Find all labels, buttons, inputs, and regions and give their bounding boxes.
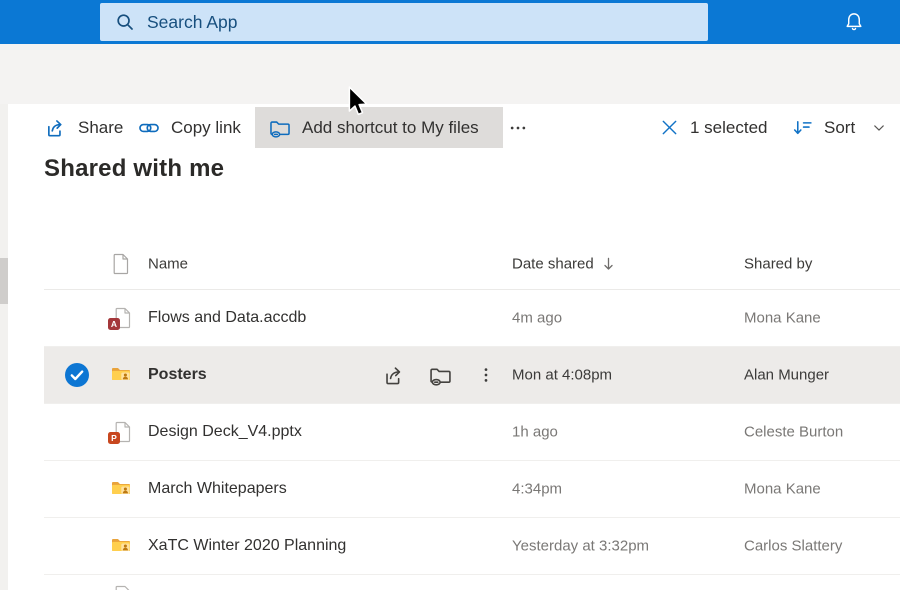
sort-descending-arrow-icon (602, 256, 615, 271)
file-row-design-deck[interactable]: P Design Deck_V4.pptx 1h ago Celeste Bur… (44, 404, 900, 461)
share-label: Share (78, 118, 123, 138)
selected-count-label: 1 selected (690, 118, 768, 138)
partial-file-icon (110, 585, 132, 590)
share-button[interactable]: Share (37, 107, 131, 148)
row-add-shortcut-icon[interactable] (428, 363, 452, 387)
shared-folder-icon (110, 535, 134, 557)
file-name[interactable]: Flows and Data.accdb (148, 309, 306, 327)
header-file-icon (112, 253, 136, 275)
copy-link-label: Copy link (171, 118, 241, 138)
search-input[interactable]: Search App (100, 3, 708, 41)
date-shared: 1h ago (512, 424, 558, 441)
row-more-icon[interactable] (474, 363, 498, 387)
shared-by: Mona Kane (744, 310, 821, 327)
clear-selection-button[interactable]: 1 selected (652, 107, 776, 148)
left-scrollbar-track[interactable] (0, 104, 8, 590)
shared-by: Carlos Slattery (744, 538, 842, 555)
folder-name[interactable]: March Whitepapers (148, 480, 287, 498)
more-commands-button[interactable] (502, 107, 534, 148)
list-header-row: Name Date shared Shared by (44, 238, 900, 290)
date-shared: 4:34pm (512, 481, 562, 498)
suite-header: Search App (0, 0, 900, 44)
column-header-shared-by[interactable]: Shared by (744, 255, 812, 272)
row-share-icon[interactable] (382, 363, 406, 387)
row-hover-actions (382, 363, 498, 387)
folder-name[interactable]: Posters (148, 366, 207, 384)
column-header-date-shared[interactable]: Date shared (512, 255, 615, 272)
access-badge: A (108, 318, 120, 330)
notifications-bell-icon[interactable] (843, 11, 865, 33)
file-name[interactable]: Design Deck_V4.pptx (148, 423, 302, 441)
search-placeholder: Search App (147, 12, 237, 33)
add-shortcut-label: Add shortcut to My files (302, 118, 479, 138)
ellipsis-horizontal-icon (509, 119, 527, 137)
shared-folder-icon (110, 478, 134, 500)
sort-button[interactable]: Sort (784, 107, 894, 148)
folder-row-march-whitepapers[interactable]: March Whitepapers 4:34pm Mona Kane (44, 461, 900, 518)
share-icon (45, 117, 67, 139)
copy-link-button[interactable]: Copy link (130, 107, 249, 148)
shared-by: Alan Munger (744, 367, 829, 384)
shared-by: Celeste Burton (744, 424, 843, 441)
sort-icon (792, 117, 813, 138)
date-shared: 4m ago (512, 310, 562, 327)
file-row-flows-and-data[interactable]: A Flows and Data.accdb 4m ago Mona Kane (44, 290, 900, 347)
left-scrollbar-thumb[interactable] (0, 258, 8, 304)
folder-name[interactable]: XaTC Winter 2020 Planning (148, 537, 346, 555)
folder-row-posters[interactable]: Posters (44, 347, 900, 404)
shared-folder-icon (110, 364, 134, 386)
access-file-icon: A (110, 307, 134, 329)
chevron-down-icon (872, 121, 886, 135)
onedrive-shared-page: Search App Share (0, 0, 900, 590)
file-list: Name Date shared Shared by A (44, 238, 900, 590)
sort-label: Sort (824, 118, 855, 138)
folder-row-xatc-winter[interactable]: XaTC Winter 2020 Planning Yesterday at 3… (44, 518, 900, 575)
command-bar: Share Copy link Add shortcut to My files (0, 44, 900, 104)
column-header-name[interactable]: Name (148, 255, 188, 272)
add-shortcut-button[interactable]: Add shortcut to My files (255, 107, 503, 148)
dismiss-x-icon (660, 118, 679, 137)
date-shared: Yesterday at 3:32pm (512, 538, 649, 555)
search-icon (115, 12, 135, 32)
powerpoint-badge: P (108, 432, 120, 444)
shared-by: Mona Kane (744, 481, 821, 498)
powerpoint-file-icon: P (110, 421, 134, 443)
partial-next-row (44, 575, 900, 590)
add-shortcut-icon (269, 117, 291, 139)
date-shared: Mon at 4:08pm (512, 367, 612, 384)
page-title: Shared with me (44, 155, 224, 183)
copy-link-icon (138, 117, 160, 139)
selected-check-icon[interactable] (64, 362, 90, 388)
